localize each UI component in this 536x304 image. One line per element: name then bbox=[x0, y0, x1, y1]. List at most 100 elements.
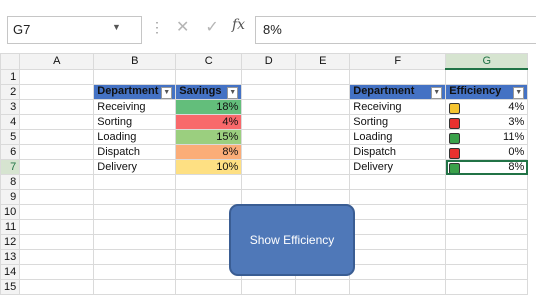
cell[interactable] bbox=[445, 249, 529, 265]
cell[interactable] bbox=[349, 219, 447, 235]
cell[interactable] bbox=[295, 279, 351, 295]
cell[interactable] bbox=[93, 189, 177, 205]
table2-dept-cell[interactable]: Loading bbox=[349, 129, 447, 145]
cell[interactable] bbox=[445, 219, 529, 235]
cell[interactable] bbox=[295, 84, 351, 100]
row-header[interactable]: 2 bbox=[0, 84, 21, 100]
cell[interactable] bbox=[349, 189, 447, 205]
cell[interactable] bbox=[19, 204, 95, 220]
table2-efficiency-cell[interactable]: 3% bbox=[445, 114, 529, 130]
row-header[interactable]: 9 bbox=[0, 189, 21, 205]
cell[interactable] bbox=[19, 68, 95, 85]
table1-savings-cell[interactable]: 15% bbox=[175, 129, 243, 145]
cell[interactable] bbox=[241, 159, 297, 175]
select-all-corner[interactable] bbox=[0, 53, 21, 70]
cell[interactable] bbox=[93, 279, 177, 295]
row-header[interactable]: 8 bbox=[0, 174, 21, 190]
row-header[interactable]: 14 bbox=[0, 264, 21, 280]
cell[interactable] bbox=[349, 234, 447, 250]
cell[interactable] bbox=[93, 249, 177, 265]
column-header[interactable]: F bbox=[349, 53, 447, 70]
table2-dept-cell[interactable]: Dispatch bbox=[349, 144, 447, 160]
row-header[interactable]: 13 bbox=[0, 249, 21, 265]
cell[interactable] bbox=[93, 234, 177, 250]
table1-savings-cell[interactable]: 8% bbox=[175, 144, 243, 160]
table2-efficiency-cell[interactable]: 11% bbox=[445, 129, 529, 145]
cell[interactable] bbox=[295, 174, 351, 190]
cell[interactable] bbox=[295, 99, 351, 115]
cell[interactable] bbox=[175, 279, 243, 295]
cell[interactable] bbox=[93, 264, 177, 280]
cell[interactable] bbox=[445, 174, 529, 190]
cell[interactable] bbox=[241, 68, 297, 85]
row-header[interactable]: 10 bbox=[0, 204, 21, 220]
table1-savings-cell[interactable]: 18% bbox=[175, 99, 243, 115]
table1-dept-cell[interactable]: Loading bbox=[93, 129, 177, 145]
cell[interactable] bbox=[349, 249, 447, 265]
cell[interactable] bbox=[445, 189, 529, 205]
cell[interactable] bbox=[19, 264, 95, 280]
row-header[interactable]: 5 bbox=[0, 129, 21, 145]
row-header[interactable]: 1 bbox=[0, 68, 21, 85]
cell[interactable] bbox=[295, 114, 351, 130]
cell[interactable] bbox=[19, 219, 95, 235]
cell[interactable] bbox=[295, 68, 351, 85]
cell[interactable] bbox=[19, 189, 95, 205]
table2-header-department[interactable]: Department ▼ bbox=[349, 84, 447, 100]
cell[interactable] bbox=[295, 159, 351, 175]
cell[interactable] bbox=[93, 68, 177, 85]
row-header[interactable]: 4 bbox=[0, 114, 21, 130]
table2-efficiency-cell[interactable]: 0% bbox=[445, 144, 529, 160]
cell[interactable] bbox=[19, 279, 95, 295]
cell[interactable] bbox=[349, 264, 447, 280]
column-header-selected[interactable]: G bbox=[445, 53, 529, 70]
table1-dept-cell[interactable]: Delivery bbox=[93, 159, 177, 175]
row-header[interactable]: 6 bbox=[0, 144, 21, 160]
cell[interactable] bbox=[19, 249, 95, 265]
cell[interactable] bbox=[175, 189, 243, 205]
cell[interactable] bbox=[295, 129, 351, 145]
cell[interactable] bbox=[349, 279, 447, 295]
column-header[interactable]: D bbox=[241, 53, 297, 70]
cell[interactable] bbox=[349, 174, 447, 190]
insert-function-icon[interactable]: fx bbox=[232, 17, 245, 33]
table2-dept-cell[interactable]: Sorting bbox=[349, 114, 447, 130]
cell[interactable] bbox=[19, 84, 95, 100]
cell[interactable] bbox=[19, 174, 95, 190]
table1-savings-cell[interactable]: 10% bbox=[175, 159, 243, 175]
cell[interactable] bbox=[93, 174, 177, 190]
cell[interactable] bbox=[175, 68, 243, 85]
table1-dept-cell[interactable]: Dispatch bbox=[93, 144, 177, 160]
filter-dropdown-icon[interactable]: ▼ bbox=[227, 87, 239, 99]
table2-efficiency-cell[interactable]: 4% bbox=[445, 99, 529, 115]
cell[interactable] bbox=[19, 114, 95, 130]
cell[interactable] bbox=[349, 68, 447, 85]
chevron-down-icon[interactable]: ▼ bbox=[112, 22, 121, 32]
enter-icon[interactable]: ✓ bbox=[205, 19, 218, 36]
name-box[interactable]: G7 ▼ bbox=[7, 16, 142, 44]
active-cell[interactable]: 8% bbox=[445, 159, 529, 175]
cell[interactable] bbox=[19, 99, 95, 115]
row-header-selected[interactable]: 7 bbox=[0, 159, 21, 175]
cell[interactable] bbox=[241, 279, 297, 295]
row-header[interactable]: 3 bbox=[0, 99, 21, 115]
cell[interactable] bbox=[93, 204, 177, 220]
table2-dept-cell[interactable]: Delivery bbox=[349, 159, 447, 175]
table1-header-department[interactable]: Department ▼ bbox=[93, 84, 177, 100]
row-header[interactable]: 12 bbox=[0, 234, 21, 250]
row-header[interactable]: 15 bbox=[0, 279, 21, 295]
column-header[interactable]: A bbox=[19, 53, 95, 70]
cell[interactable] bbox=[175, 174, 243, 190]
cell[interactable] bbox=[241, 114, 297, 130]
cell[interactable] bbox=[241, 174, 297, 190]
column-header[interactable]: B bbox=[93, 53, 177, 70]
show-efficiency-button[interactable]: Show Efficiency bbox=[229, 204, 355, 276]
table2-dept-cell[interactable]: Receiving bbox=[349, 99, 447, 115]
cell[interactable] bbox=[19, 144, 95, 160]
table1-savings-cell[interactable]: 4% bbox=[175, 114, 243, 130]
formula-input[interactable]: 8% bbox=[255, 16, 536, 44]
cell[interactable] bbox=[241, 129, 297, 145]
cell[interactable] bbox=[93, 219, 177, 235]
table1-header-savings[interactable]: Savings ▼ bbox=[175, 84, 243, 100]
cell[interactable] bbox=[445, 279, 529, 295]
